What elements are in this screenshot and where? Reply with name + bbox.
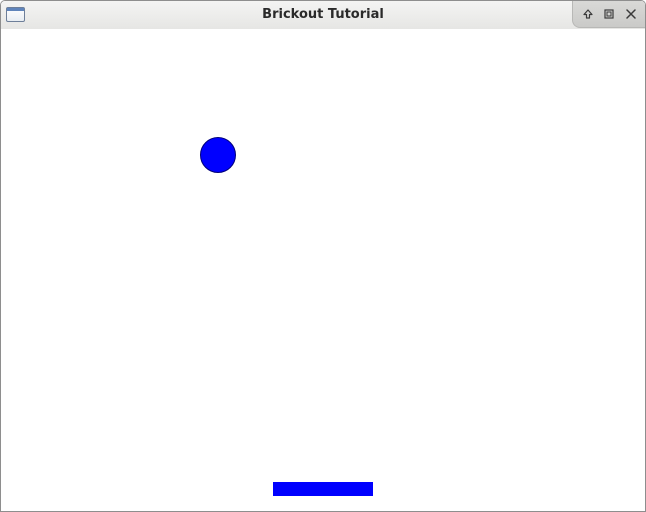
game-canvas[interactable] [1, 29, 645, 511]
application-window: Brickout Tutorial [0, 0, 646, 512]
maximize-icon[interactable] [603, 8, 615, 20]
ball [200, 137, 236, 173]
window-controls [572, 1, 645, 28]
arrow-up-icon[interactable] [582, 8, 594, 20]
close-icon[interactable] [625, 8, 637, 20]
paddle[interactable] [273, 482, 373, 496]
window-title: Brickout Tutorial [262, 7, 384, 22]
title-bar[interactable]: Brickout Tutorial [1, 1, 645, 30]
